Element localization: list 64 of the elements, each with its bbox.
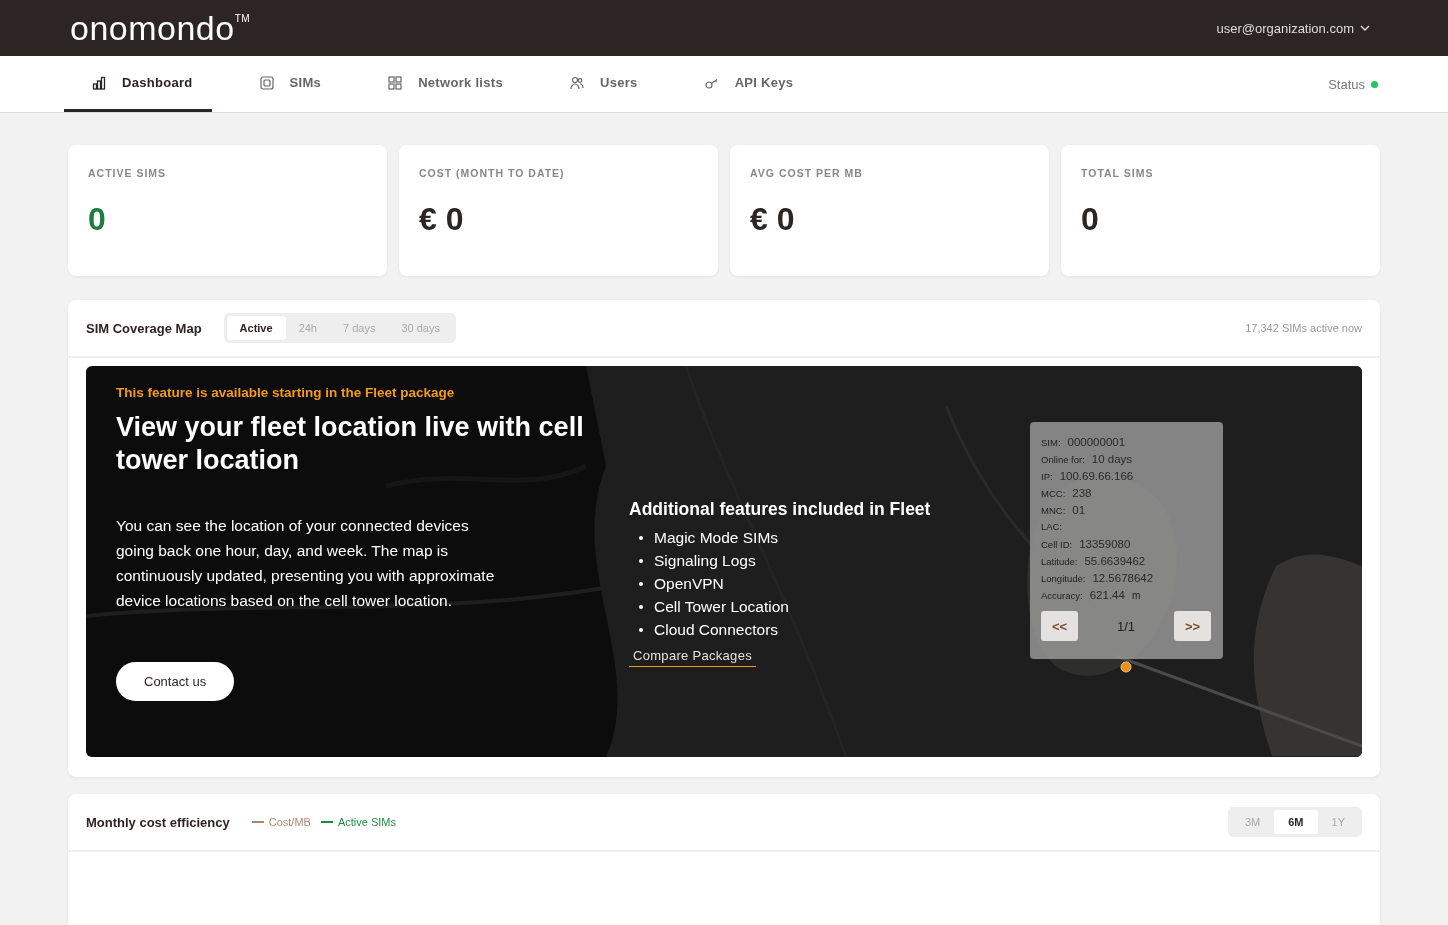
field-label: MCC: [1041, 488, 1066, 499]
caret-icon [1360, 25, 1370, 31]
stat-value: 0 [88, 201, 106, 238]
compare-link[interactable]: Compare Packages [629, 648, 756, 667]
account-menu[interactable]: user@organization.com [1210, 19, 1376, 37]
legend-label: Active SIMs [337, 816, 396, 828]
sim-icon [259, 75, 274, 90]
nav-tab[interactable]: Dashboard [64, 56, 212, 112]
field-label: Cell ID: [1041, 539, 1073, 550]
stat-value: € 0 [419, 201, 464, 238]
nav-tab[interactable]: Users [542, 56, 657, 112]
active-count: 17,342 SIMs active now [1245, 322, 1362, 334]
upsell-heading: View your fleet location live with cell tower location [116, 411, 585, 477]
field-value: 13359080 [1079, 538, 1131, 550]
bullet-icon [639, 559, 643, 563]
feature-item: OpenVPN [654, 575, 724, 593]
location-pin-icon [1120, 661, 1132, 673]
page-indicator: 1/1 [1116, 618, 1136, 634]
field-label: LAC: [1041, 521, 1063, 532]
field-label: Accuracy: [1041, 590, 1083, 601]
stat-label: TOTAL SIMS [1081, 167, 1154, 179]
field-label: Longitude: [1041, 573, 1086, 584]
feature-item: Cell Tower Location [654, 598, 789, 616]
feature-item: Magic Mode SIMs [654, 529, 779, 547]
bullet-icon [639, 536, 643, 540]
users-icon [570, 75, 584, 90]
panel-title: SIM Coverage Map [86, 320, 202, 336]
range-option[interactable]: Active [226, 316, 286, 340]
feature-item: Cloud Connectors [654, 621, 779, 639]
logo: onomondo$^{TM}$ [70, 8, 251, 48]
field-value: 10 days [1091, 453, 1133, 465]
field-label: MNC: [1041, 505, 1066, 516]
previous-button[interactable]: << [1041, 611, 1078, 641]
stat-value: € 0 [750, 201, 795, 238]
feature-item: Signaling Logs [654, 552, 756, 570]
unit-label: m [1131, 590, 1141, 601]
bullet-icon [639, 605, 643, 609]
nav-tab[interactable]: API Keys [676, 56, 813, 112]
nav-tab[interactable]: SIMs [231, 56, 341, 112]
stat-label: COST (MONTH TO DATE) [419, 167, 565, 179]
upsell-text: You can see the location of your connected devices going back one hour, day, and week. The map is continuously updated, presenting you with approximate device locations based on the cell tower location. [116, 516, 496, 611]
field-label: SIM: [1041, 437, 1061, 448]
stat-value: 0 [1081, 201, 1099, 238]
bar-chart-icon [92, 75, 106, 90]
panel-title: Monthly cost efficiency [86, 814, 230, 830]
bullet-icon [639, 628, 643, 632]
status-label: Status [1328, 76, 1365, 92]
field-label: Online for: [1041, 454, 1085, 465]
field-value: 01 [1072, 504, 1086, 516]
package-notice: This feature is available starting in the Fleet package [116, 385, 455, 400]
field-label: Latitude: [1041, 556, 1078, 567]
field-value: 621.44 [1089, 589, 1125, 601]
stat-label: ACTIVE SIMS [88, 167, 167, 179]
bullet-icon [639, 582, 643, 586]
nav-tab[interactable]: Network lists [360, 56, 522, 112]
field-label: IP: [1041, 471, 1053, 482]
stat-label: AVG COST PER MB [750, 167, 863, 179]
contact-button[interactable]: Contact us [116, 662, 235, 701]
next-button[interactable]: >> [1174, 611, 1211, 641]
field-value: 238 [1072, 487, 1092, 499]
grid-icon [388, 75, 403, 90]
legend-label: Cost/MB [268, 816, 311, 828]
features-heading: Additional features included in Fleet [629, 499, 931, 520]
range-option[interactable]: 6M [1274, 810, 1318, 834]
